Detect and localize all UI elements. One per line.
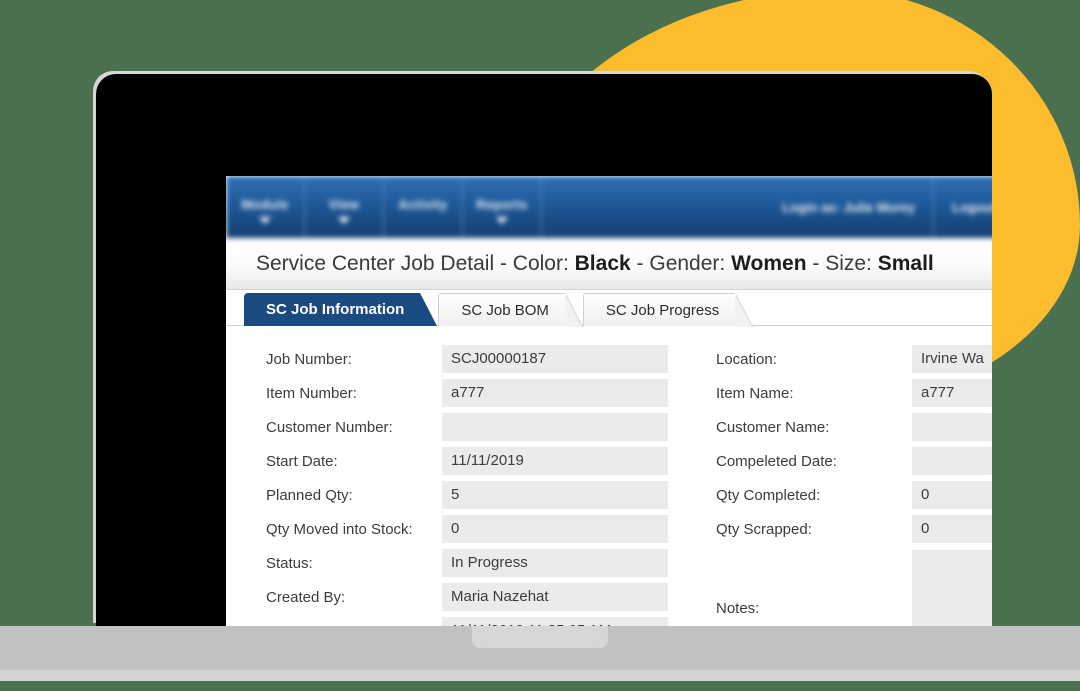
page-title-color-label: Color: xyxy=(512,251,575,275)
created-by-input[interactable]: Maria Nazehat xyxy=(442,583,668,611)
tab-slant-shape xyxy=(564,294,582,327)
page-title-color-value: Black xyxy=(574,251,631,275)
page-title-size-label: Size: xyxy=(825,251,878,275)
field-row-create-date: Create Date: 11/11/2019 11:35:05 AM xyxy=(266,614,704,626)
completed-date-input[interactable] xyxy=(912,447,992,475)
tab-sc-job-bom[interactable]: SC Job BOM xyxy=(438,293,582,327)
field-row-qty-scrapped: Qty Scrapped: 0 xyxy=(716,512,992,546)
page-title-gender-label: Gender: xyxy=(649,251,732,275)
laptop-mockup: Module View Activity Reports Login as: J… xyxy=(0,0,1080,691)
login-as-label: Login as: Julie Morey xyxy=(782,199,915,215)
tab-sc-job-information[interactable]: SC Job Information xyxy=(244,293,438,326)
planned-qty-label: Planned Qty: xyxy=(266,486,353,504)
tab-sc-job-progress-label: SC Job Progress xyxy=(605,301,720,319)
location-label: Location: xyxy=(716,350,777,368)
item-name-input[interactable]: a777 xyxy=(912,379,992,407)
top-menu-bar: Module View Activity Reports Login as: J… xyxy=(226,176,992,238)
logout-label: Logout xyxy=(952,199,992,215)
completed-date-label: Compeleted Date: xyxy=(716,452,837,470)
field-row-customer-number: Customer Number: xyxy=(266,410,704,444)
job-number-label: Job Number: xyxy=(266,350,352,368)
laptop-base-lip xyxy=(0,670,1080,681)
item-number-input[interactable]: a777 xyxy=(442,379,668,407)
planned-qty-input[interactable]: 5 xyxy=(442,481,668,509)
job-detail-form: Job Number: SCJ00000187 Item Number: a77… xyxy=(226,326,992,626)
page-heading-bar: Service Center Job Detail - Color: Black… xyxy=(226,238,992,290)
tab-sc-job-bom-label: SC Job BOM xyxy=(461,301,549,319)
menu-item-reports[interactable]: Reports xyxy=(463,176,542,238)
qty-moved-into-stock-input[interactable]: 0 xyxy=(442,515,668,543)
application-screen: Module View Activity Reports Login as: J… xyxy=(226,176,992,626)
field-row-completed-date: Compeleted Date: xyxy=(716,444,992,478)
menu-login-status: Login as: Julie Morey xyxy=(542,176,934,238)
tab-sc-job-information-label: SC Job Information xyxy=(266,301,405,318)
form-column-right: Location: Irvine Wa Item Name: a777 Cust… xyxy=(704,342,992,626)
field-row-status: Status: In Progress xyxy=(266,546,704,580)
page-title-separator-3: - xyxy=(806,251,826,275)
chevron-down-icon xyxy=(259,216,271,224)
page-title-separator-1: - xyxy=(494,251,513,275)
start-date-input[interactable]: 11/11/2019 xyxy=(442,447,668,475)
laptop-lid: Module View Activity Reports Login as: J… xyxy=(96,74,992,626)
qty-scrapped-label: Qty Scrapped: xyxy=(716,520,812,538)
chevron-down-icon xyxy=(338,216,350,224)
tab-sc-job-progress[interactable]: SC Job Progress xyxy=(582,293,753,327)
status-label: Status: xyxy=(266,554,313,572)
menu-item-activity-label: Activity xyxy=(398,196,448,212)
logout-button[interactable]: Logout xyxy=(934,176,992,238)
menu-item-activity[interactable]: Activity xyxy=(384,176,463,238)
notes-label: Notes: xyxy=(716,600,760,617)
field-row-qty-completed: Qty Completed: 0 xyxy=(716,478,992,512)
customer-number-label: Customer Number: xyxy=(266,418,393,436)
page-title-gender-value: Women xyxy=(731,251,807,275)
page-title-main: Service Center Job Detail xyxy=(256,251,495,275)
qty-moved-into-stock-label: Qty Moved into Stock: xyxy=(266,520,413,538)
field-row-item-number: Item Number: a777 xyxy=(266,376,704,410)
item-name-label: Item Name: xyxy=(716,384,794,402)
status-input[interactable]: In Progress xyxy=(442,549,668,577)
form-column-left: Job Number: SCJ00000187 Item Number: a77… xyxy=(226,342,704,626)
create-date-input[interactable]: 11/11/2019 11:35:05 AM xyxy=(442,617,668,626)
tab-slant-shape xyxy=(420,293,438,326)
tab-slant-shape xyxy=(735,294,753,327)
qty-scrapped-input[interactable]: 0 xyxy=(912,515,992,543)
location-input[interactable]: Irvine Wa xyxy=(912,345,992,373)
field-row-item-name: Item Name: a777 xyxy=(716,376,992,410)
customer-name-input[interactable] xyxy=(912,413,992,441)
menu-item-view[interactable]: View xyxy=(305,176,384,238)
start-date-label: Start Date: xyxy=(266,452,338,470)
tab-strip: SC Job Information SC Job BOM SC Job Pro… xyxy=(226,290,992,327)
page-title-size-value: Small xyxy=(877,251,934,275)
qty-completed-label: Qty Completed: xyxy=(716,486,821,504)
page-title: Service Center Job Detail - Color: Black… xyxy=(256,252,934,276)
page-title-separator-2: - xyxy=(630,251,650,275)
customer-name-label: Customer Name: xyxy=(716,418,830,436)
laptop-trackpad-notch xyxy=(472,626,608,648)
field-row-start-date: Start Date: 11/11/2019 xyxy=(266,444,704,478)
created-by-label: Created By: xyxy=(266,588,346,606)
field-row-customer-name: Customer Name: xyxy=(716,410,992,444)
field-row-qty-moved-into-stock: Qty Moved into Stock: 0 xyxy=(266,512,704,546)
field-row-job-number: Job Number: SCJ00000187 xyxy=(266,342,704,376)
chevron-down-icon xyxy=(496,216,508,224)
menu-item-view-label: View xyxy=(328,196,360,212)
field-row-created-by: Created By: Maria Nazehat xyxy=(266,580,704,614)
menu-item-module-label: Module xyxy=(241,196,289,212)
job-number-input[interactable]: SCJ00000187 xyxy=(442,345,668,373)
field-row-planned-qty: Planned Qty: 5 xyxy=(266,478,704,512)
menu-item-reports-label: Reports xyxy=(476,196,528,212)
notes-textarea[interactable] xyxy=(912,550,992,626)
customer-number-input[interactable] xyxy=(442,413,668,441)
item-number-label: Item Number: xyxy=(266,384,357,402)
field-row-location: Location: Irvine Wa xyxy=(716,342,992,376)
menu-item-module[interactable]: Module xyxy=(226,176,305,238)
qty-completed-input[interactable]: 0 xyxy=(912,481,992,509)
field-row-notes: Notes: xyxy=(716,550,992,626)
